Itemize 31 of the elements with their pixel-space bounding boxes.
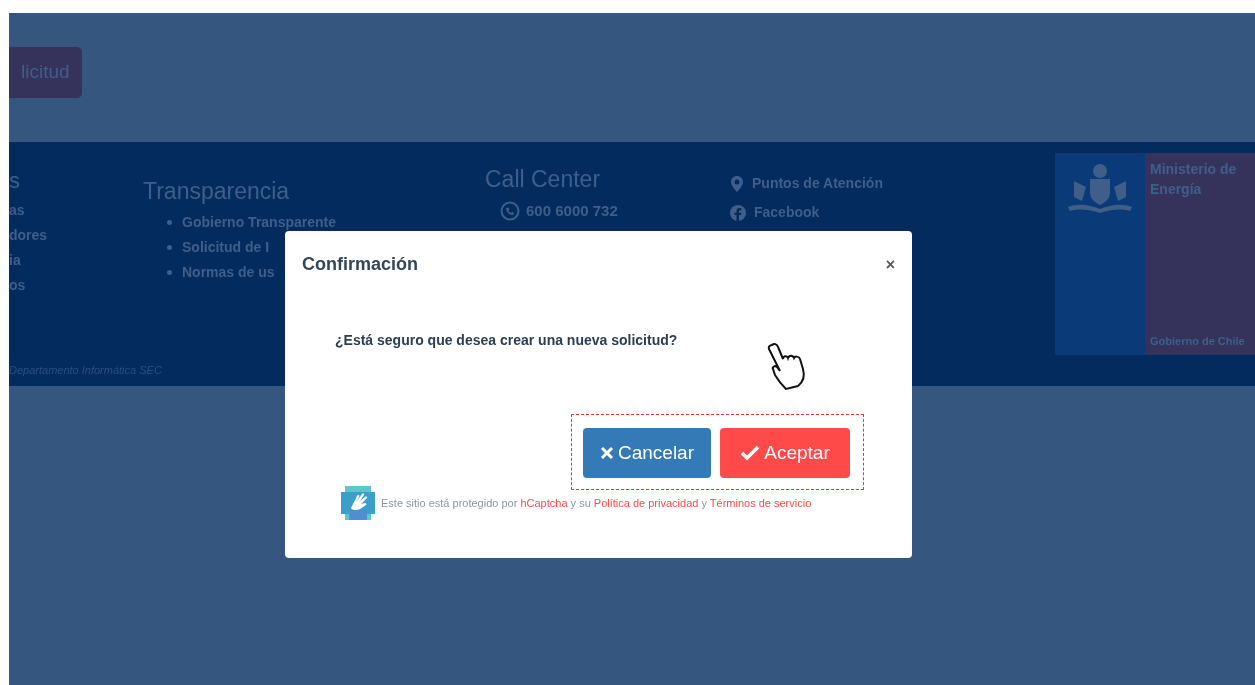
footer-link[interactable]: dores <box>9 225 143 245</box>
hcaptcha-logo-icon <box>339 484 377 522</box>
footer-heading: Transparencia <box>143 178 291 204</box>
bullet-icon <box>167 219 172 225</box>
footer-heading: Call Center <box>485 166 602 192</box>
map-pin-icon <box>730 175 744 192</box>
phone-number: 600 6000 732 <box>526 201 618 221</box>
footer-heading: s <box>9 168 21 194</box>
close-icon <box>599 446 614 460</box>
footer-link[interactable]: os <box>9 275 143 295</box>
terms-link[interactable]: Términos de servicio <box>709 496 812 509</box>
bullet-icon <box>167 269 172 275</box>
cancel-button[interactable]: Cancelar <box>583 428 711 478</box>
footer-link[interactable]: Facebook <box>754 202 820 223</box>
footer-link[interactable]: ia <box>9 250 143 270</box>
privacy-link[interactable]: Política de privacidad <box>593 496 699 509</box>
footer-link[interactable]: as <box>9 200 143 220</box>
hcaptcha-link[interactable]: hCaptcha <box>520 496 568 509</box>
phone-icon <box>500 201 520 222</box>
accept-button[interactable]: Aceptar <box>720 428 850 478</box>
dialog-title: Confirmación <box>302 253 418 276</box>
footer-link[interactable]: Puntos de Atención <box>752 173 883 194</box>
facebook-icon <box>730 204 746 221</box>
footer-link[interactable]: Normas de us <box>182 262 275 282</box>
close-button[interactable]: × <box>885 256 895 273</box>
bullet-icon <box>167 244 172 250</box>
check-icon <box>740 445 761 461</box>
footer-link[interactable]: Gobierno Transparente <box>182 212 337 232</box>
dialog-message: ¿Está seguro que desea crear una nueva solicitud? <box>335 331 679 350</box>
captcha-notice: Este sitio está protegido por hCaptcha y su Política de privacidad y Términos de servicio <box>381 495 812 511</box>
footer-link[interactable]: Solicitud de I <box>182 237 270 257</box>
